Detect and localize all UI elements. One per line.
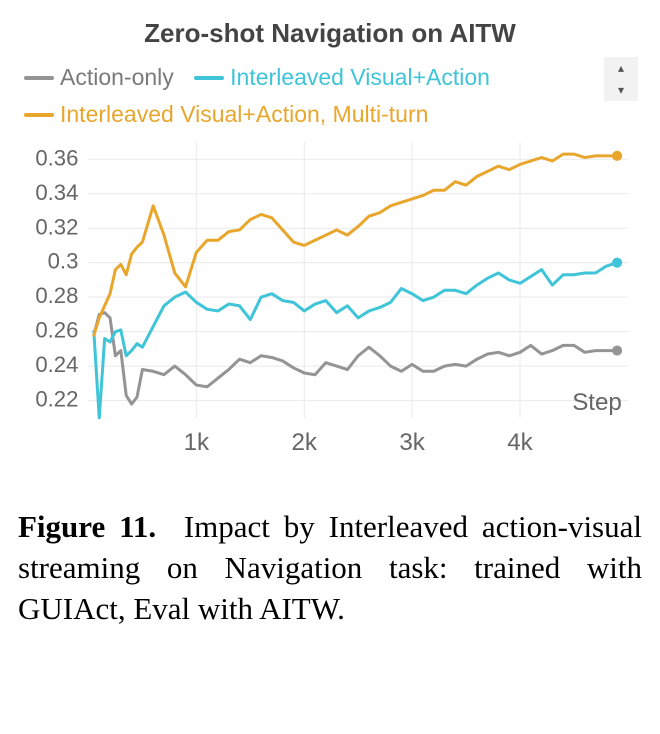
- y-tick-label: 0.3: [48, 249, 79, 274]
- figure-label: Figure 11.: [18, 509, 156, 544]
- y-tick-label: 0.22: [35, 387, 78, 412]
- legend-swatch-1: [194, 76, 224, 80]
- legend-swatch-0: [24, 76, 54, 80]
- toolbar-down-button[interactable]: ▾: [604, 79, 638, 101]
- x-tick-label: 1k: [184, 429, 210, 456]
- legend: Action-only Interleaved Visual+Action In…: [18, 57, 642, 130]
- y-tick-label: 0.26: [35, 318, 78, 343]
- y-tick-label: 0.36: [35, 145, 78, 170]
- series-end-marker: [612, 346, 622, 356]
- legend-label-0: Action-only: [60, 62, 174, 93]
- legend-swatch-2: [24, 113, 54, 117]
- series-line: [94, 154, 617, 335]
- x-tick-label: 3k: [399, 429, 425, 456]
- series-line: [94, 313, 617, 404]
- figure-caption: Figure 11. Impact by Interleaved action-…: [18, 507, 642, 630]
- series-line: [94, 263, 617, 418]
- legend-item-0[interactable]: Action-only: [24, 62, 174, 93]
- x-tick-label: 4k: [507, 429, 533, 456]
- y-tick-label: 0.32: [35, 214, 78, 239]
- chart-plot: 0.22 0.24 0.26 0.28 0.3 0.32 0.34 0.36 1k 2k 3k 4k S…: [18, 136, 642, 468]
- chart-toolbar: ▴ ▾: [604, 57, 638, 101]
- x-axis-label: Step: [572, 389, 622, 416]
- series-end-marker: [612, 151, 622, 161]
- legend-item-1[interactable]: Interleaved Visual+Action: [194, 62, 490, 93]
- y-tick-label: 0.28: [35, 283, 78, 308]
- chart-title: Zero-shot Navigation on AITW: [18, 18, 642, 49]
- y-tick-label: 0.24: [35, 352, 78, 377]
- series-end-marker: [612, 258, 622, 268]
- legend-label-2: Interleaved Visual+Action, Multi-turn: [60, 99, 428, 130]
- legend-item-2[interactable]: Interleaved Visual+Action, Multi-turn: [24, 99, 428, 130]
- y-tick-label: 0.34: [35, 180, 78, 205]
- x-tick-label: 2k: [291, 429, 317, 456]
- legend-label-1: Interleaved Visual+Action: [230, 62, 490, 93]
- toolbar-up-button[interactable]: ▴: [604, 57, 638, 79]
